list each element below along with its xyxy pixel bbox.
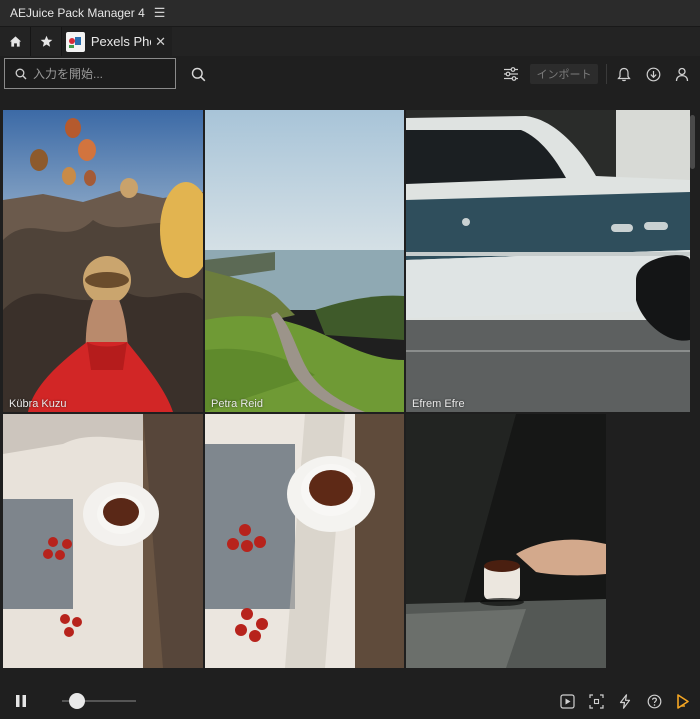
downloads-button[interactable] (644, 65, 662, 83)
tab-home[interactable] (0, 27, 31, 56)
preview-button[interactable] (558, 692, 576, 710)
photo-thumbnail (205, 110, 404, 412)
photo-credit: Petra Reid (211, 398, 263, 410)
flash-button[interactable] (616, 692, 634, 710)
frame-button[interactable] (587, 692, 605, 710)
import-button[interactable]: インポート (530, 64, 598, 84)
photo-thumbnail (3, 414, 203, 668)
photo-card[interactable]: Petra Reid (205, 110, 404, 412)
photo-card[interactable] (406, 414, 606, 668)
filter-button[interactable] (502, 65, 520, 83)
photo-credit: Kübra Kuzu (9, 398, 67, 410)
download-icon (646, 67, 660, 81)
bell-icon (617, 67, 631, 81)
filter-sliders-icon (504, 67, 518, 81)
tab-pexels-photos[interactable]: Pexels Photos ✕ (62, 27, 172, 56)
photo-card[interactable]: Kübra Kuzu (3, 110, 203, 412)
photo-thumbnail (406, 414, 606, 668)
search-icon (191, 67, 205, 81)
photo-thumbnail (3, 110, 203, 412)
toolbar-divider (606, 64, 607, 84)
photo-card[interactable] (205, 414, 404, 668)
photo-card[interactable]: Efrem Efre (406, 110, 690, 412)
pause-button[interactable] (12, 692, 30, 710)
home-icon (9, 36, 21, 47)
play-square-icon (559, 693, 575, 709)
search-box[interactable] (4, 58, 176, 89)
tab-favorites[interactable] (31, 27, 62, 56)
close-icon[interactable]: ✕ (155, 34, 166, 50)
title-bar: AEJuice Pack Manager 4 ☰ (0, 0, 700, 27)
account-button[interactable] (673, 65, 691, 83)
photo-card[interactable] (3, 414, 203, 668)
photo-thumbnail (406, 110, 690, 412)
pexels-logo-icon (66, 31, 85, 52)
notifications-button[interactable] (615, 65, 633, 83)
tab-label: Pexels Photos (90, 34, 151, 49)
hamburger-icon[interactable]: ☰ (154, 5, 166, 21)
photo-grid: Kübra Kuzu Petra Reid Efrem Efre (0, 92, 700, 668)
app-title: AEJuice Pack Manager 4 (10, 6, 145, 20)
help-icon (647, 694, 661, 708)
zoom-slider-thumb[interactable] (68, 693, 85, 709)
lightning-icon (619, 693, 631, 709)
toolbar: インポート (0, 56, 700, 93)
pause-icon (16, 695, 26, 707)
brand-button[interactable] (673, 692, 691, 710)
help-button[interactable] (645, 692, 663, 710)
aejuice-logo-icon (676, 693, 689, 709)
search-icon (15, 68, 27, 80)
tab-bar: Pexels Photos ✕ (0, 27, 700, 56)
user-icon (675, 67, 689, 81)
photo-credit: Efrem Efre (412, 398, 465, 410)
search-button[interactable] (189, 65, 207, 83)
photo-thumbnail (205, 414, 404, 668)
search-input[interactable] (31, 65, 165, 82)
star-icon (40, 35, 52, 47)
frame-icon (588, 693, 604, 709)
scrollbar[interactable] (690, 115, 695, 169)
